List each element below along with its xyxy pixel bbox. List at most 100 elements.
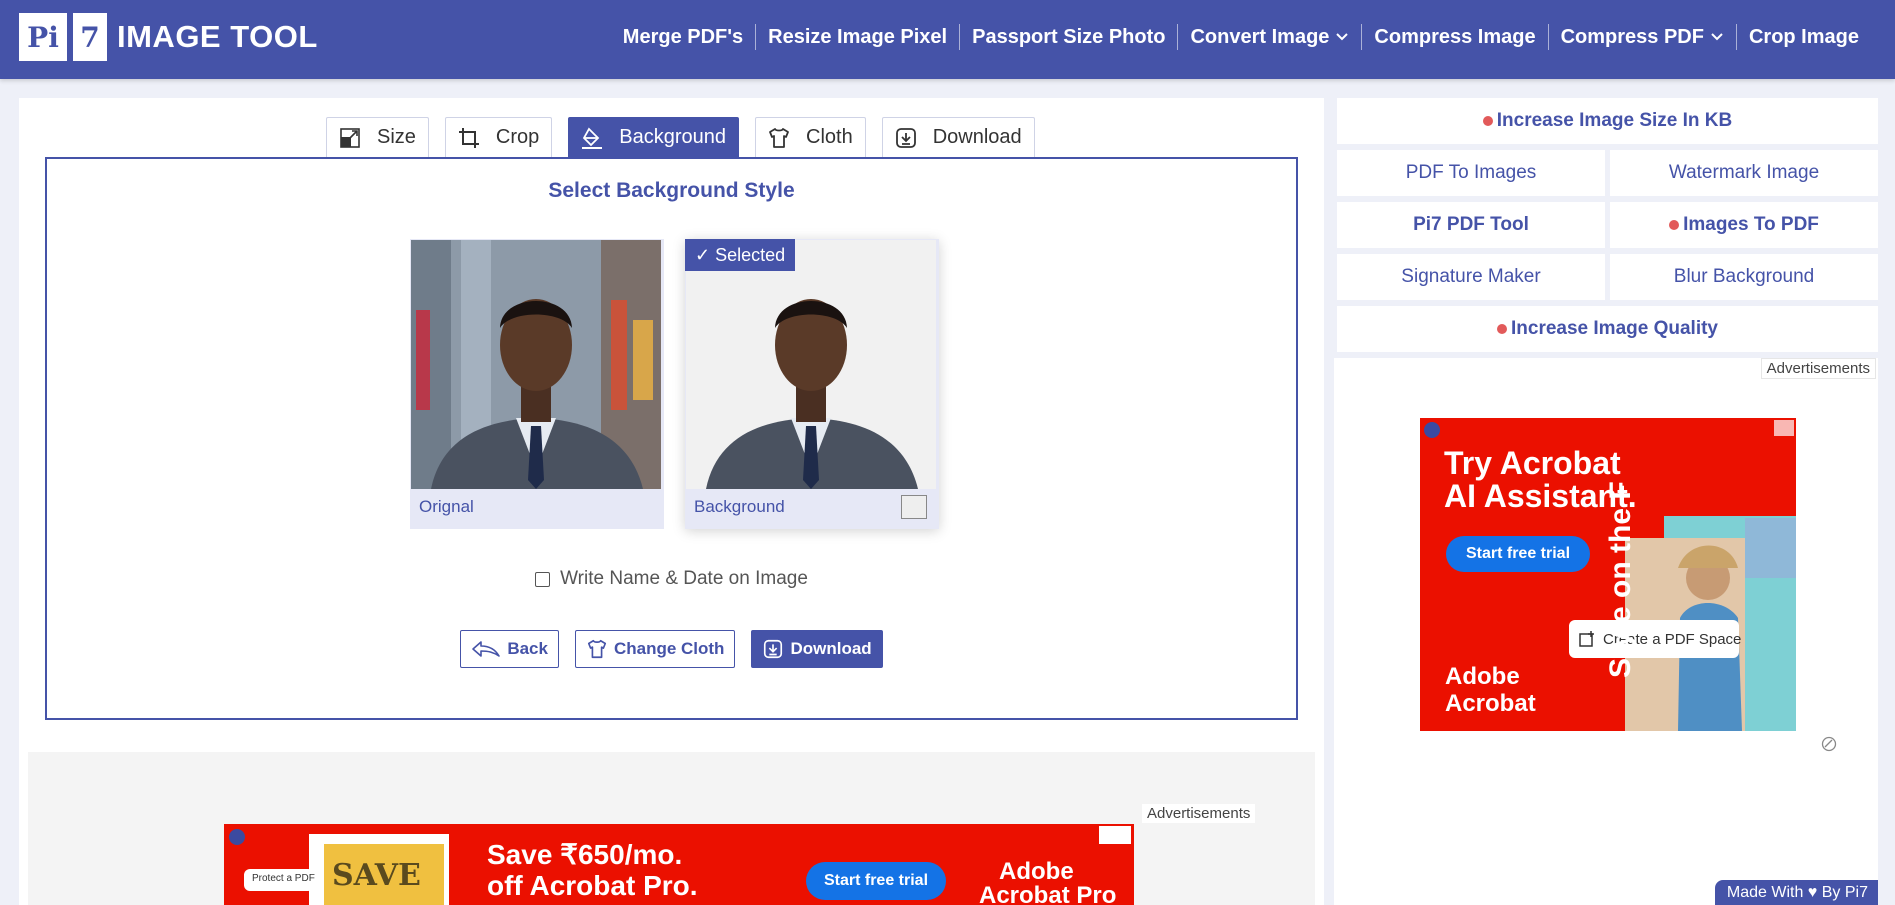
back-button-label: Back bbox=[507, 639, 548, 658]
main-nav: Merge PDF's Resize Image Pixel Passport … bbox=[611, 24, 1871, 50]
sidebar-pi7-pdf-tool[interactable]: Pi7 PDF Tool bbox=[1337, 202, 1605, 248]
create-space-icon bbox=[1579, 631, 1594, 647]
nav-label: Merge PDF's bbox=[622, 26, 744, 48]
main-panel: Size Crop Background Cloth Download Sele… bbox=[19, 98, 1324, 905]
chevron-down-icon bbox=[1711, 33, 1723, 41]
nav-resize-image-pixel[interactable]: Resize Image Pixel bbox=[755, 24, 959, 50]
side-ad-cta[interactable]: Start free trial bbox=[1446, 536, 1590, 572]
original-label: Orignal bbox=[419, 497, 474, 516]
bottom-ad-stamp: SAVE bbox=[332, 858, 421, 893]
sidebar-link-label: Blur Background bbox=[1673, 266, 1815, 287]
bottom-ad-headline-1: Save ₹650/mo. bbox=[487, 839, 683, 870]
editor-title: Select Background Style bbox=[548, 179, 795, 202]
nav-compress-image[interactable]: Compress Image bbox=[1361, 24, 1547, 50]
new-dot-icon bbox=[1669, 220, 1680, 230]
sidebar-ad-area: Advertisements Try Acrobat AI Assistant.… bbox=[1334, 358, 1878, 905]
tab-label: Background bbox=[619, 126, 727, 148]
sidebar-blur-background[interactable]: Blur Background bbox=[1610, 254, 1878, 300]
nav-label: Passport Size Photo bbox=[972, 26, 1166, 48]
download-icon bbox=[893, 125, 919, 151]
background-editor: Select Background Style Orignal ✓ Select… bbox=[45, 157, 1298, 720]
tab-label: Size bbox=[377, 126, 416, 148]
background-photo-card[interactable]: ✓ Selected Background bbox=[685, 239, 939, 529]
advertisements-label: Advertisements bbox=[1760, 358, 1876, 379]
advertisements-label: Advertisements bbox=[1142, 804, 1256, 823]
sidebar-increase-image-size[interactable]: Increase Image Size In KB bbox=[1337, 98, 1878, 144]
write-name-date-label: Write Name & Date on Image bbox=[560, 568, 808, 589]
sidebar-link-label: Images To PDF bbox=[1683, 214, 1819, 235]
sidebar-link-label: Increase Image Size In KB bbox=[1496, 110, 1733, 131]
download-button-label: Download bbox=[790, 639, 872, 658]
logo-pi-box: Pi bbox=[19, 13, 67, 61]
download-button[interactable]: Download bbox=[751, 630, 883, 668]
original-photo bbox=[411, 240, 661, 489]
side-ad-vertical-text: Style on the F bbox=[1604, 481, 1637, 678]
sidebar-link-label: Pi7 PDF Tool bbox=[1413, 214, 1529, 235]
sidebar-link-label: PDF To Images bbox=[1405, 162, 1537, 183]
tab-label: Crop bbox=[495, 126, 540, 148]
write-name-date-row[interactable]: Write Name & Date on Image bbox=[47, 568, 1296, 590]
made-with-badge[interactable]: Made With ♥ By Pi7 bbox=[1714, 880, 1878, 905]
nav-compress-pdf[interactable]: Compress PDF bbox=[1547, 24, 1736, 50]
back-arrow-icon bbox=[472, 641, 501, 657]
logo-seven-box: 7 bbox=[73, 13, 107, 61]
tab-cloth[interactable]: Cloth bbox=[755, 117, 866, 157]
crop-icon bbox=[456, 125, 482, 151]
logo-text: IMAGE TOOL bbox=[117, 19, 318, 54]
site-logo[interactable]: Pi 7 IMAGE TOOL bbox=[19, 13, 318, 61]
nav-label: Crop Image bbox=[1748, 26, 1859, 48]
tab-label: Download bbox=[932, 126, 1022, 148]
ad-options-icon[interactable] bbox=[1821, 736, 1837, 752]
bottom-ad-area: Advertisements Protect a PDF SAVE Save ₹… bbox=[28, 752, 1315, 905]
nav-label: Compress Image bbox=[1374, 26, 1536, 48]
nav-passport-size-photo[interactable]: Passport Size Photo bbox=[959, 24, 1177, 50]
nav-crop-image[interactable]: Crop Image bbox=[1735, 24, 1871, 50]
side-ad-brand-1: Adobe bbox=[1445, 663, 1520, 690]
nav-convert-image[interactable]: Convert Image bbox=[1177, 24, 1361, 50]
change-cloth-label: Change Cloth bbox=[613, 639, 725, 658]
shirt-icon bbox=[766, 125, 792, 151]
bottom-ad-cta[interactable]: Start free trial bbox=[806, 862, 946, 900]
step-tabs: Size Crop Background Cloth Download bbox=[326, 117, 1051, 157]
download-icon bbox=[764, 639, 783, 659]
tab-crop[interactable]: Crop bbox=[444, 117, 553, 157]
sidebar-images-to-pdf[interactable]: Images To PDF bbox=[1610, 202, 1878, 248]
sidebar-link-label: Signature Maker bbox=[1401, 266, 1541, 287]
original-photo-card[interactable]: Orignal bbox=[410, 239, 664, 529]
bottom-ad-banner[interactable]: Protect a PDF SAVE Save ₹650/mo. off Acr… bbox=[224, 824, 1134, 905]
background-color-swatch[interactable] bbox=[901, 495, 927, 519]
tab-download[interactable]: Download bbox=[881, 117, 1035, 157]
tab-label: Cloth bbox=[806, 126, 853, 148]
sidebar-pdf-to-images[interactable]: PDF To Images bbox=[1337, 150, 1605, 196]
sidebar-signature-maker[interactable]: Signature Maker bbox=[1337, 254, 1605, 300]
sidebar-increase-image-quality[interactable]: Increase Image Quality bbox=[1337, 306, 1878, 352]
resize-icon bbox=[337, 125, 363, 151]
sidebar-link-label: Increase Image Quality bbox=[1511, 318, 1718, 339]
bottom-ad-headline-2: off Acrobat Pro. bbox=[487, 870, 698, 901]
bottom-ad-brand-2: Acrobat Pro bbox=[979, 882, 1117, 905]
sidebar-ad-banner[interactable]: Try Acrobat AI Assistant. Start free tri… bbox=[1420, 418, 1796, 731]
action-buttons: Back Change Cloth Download bbox=[47, 630, 1296, 668]
paint-bucket-icon bbox=[579, 125, 605, 151]
nav-label: Resize Image Pixel bbox=[768, 26, 948, 48]
nav-label: Compress PDF bbox=[1560, 26, 1704, 48]
bottom-ad-chip: Protect a PDF bbox=[252, 873, 315, 884]
background-label: Background bbox=[694, 497, 785, 516]
top-header: Pi 7 IMAGE TOOL Merge PDF's Resize Image… bbox=[0, 0, 1895, 79]
selected-badge: ✓ Selected bbox=[685, 239, 796, 271]
background-removed-photo bbox=[686, 240, 936, 489]
sidebar-watermark-image[interactable]: Watermark Image bbox=[1610, 150, 1878, 196]
change-cloth-button[interactable]: Change Cloth bbox=[574, 630, 736, 668]
back-button[interactable]: Back bbox=[460, 630, 559, 668]
new-dot-icon bbox=[1482, 116, 1493, 126]
tab-background[interactable]: Background bbox=[568, 117, 740, 157]
new-dot-icon bbox=[1497, 324, 1507, 334]
tab-size[interactable]: Size bbox=[326, 117, 429, 157]
side-ad-headline-1: Try Acrobat bbox=[1444, 445, 1621, 481]
shirt-icon bbox=[587, 639, 607, 659]
write-name-date-checkbox[interactable] bbox=[535, 571, 551, 587]
nav-merge-pdf[interactable]: Merge PDF's bbox=[611, 24, 755, 50]
sidebar-link-label: Watermark Image bbox=[1668, 162, 1820, 183]
nav-label: Convert Image bbox=[1190, 26, 1330, 48]
side-ad-brand-2: Acrobat bbox=[1445, 690, 1536, 717]
